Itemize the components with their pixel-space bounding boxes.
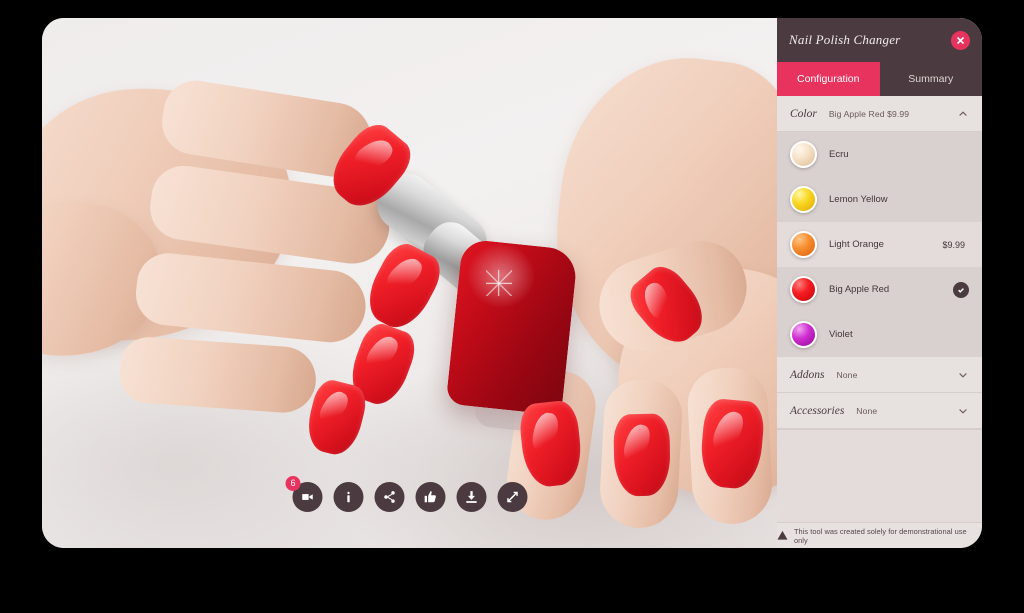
- finger: [117, 335, 319, 415]
- tab-summary[interactable]: Summary: [879, 62, 982, 96]
- color-swatch: [790, 186, 817, 213]
- color-option-label: Light Orange: [829, 239, 884, 250]
- close-button[interactable]: [951, 30, 970, 50]
- download-button[interactable]: [456, 482, 487, 512]
- section-header-accessories[interactable]: Accessories None: [777, 393, 982, 429]
- section-value-addons: None: [836, 369, 858, 380]
- polish-bottle: [445, 238, 579, 416]
- color-option-lemon-yellow[interactable]: Lemon Yellow: [777, 177, 982, 222]
- color-option-label: Big Apple Red: [829, 284, 890, 295]
- thumbs-up-icon: [424, 491, 436, 503]
- info-icon: [347, 491, 350, 503]
- panel-filler: [777, 429, 982, 522]
- color-swatch: [790, 141, 817, 168]
- download-icon: [466, 491, 477, 503]
- color-swatch: [790, 231, 817, 258]
- panel-header: Nail Polish Changer: [777, 18, 982, 62]
- section-title-color: Color: [790, 107, 817, 120]
- section-title-addons: Addons: [790, 368, 825, 381]
- section-value-color: Big Apple Red $9.99: [828, 108, 910, 119]
- info-button[interactable]: [333, 482, 364, 512]
- tab-configuration[interactable]: Configuration: [777, 62, 880, 96]
- color-option-label: Ecru: [829, 149, 849, 160]
- viewer-toolbar: 6: [285, 476, 528, 512]
- product-viewer[interactable]: 6: [42, 18, 778, 548]
- share-icon: [384, 491, 395, 503]
- share-button[interactable]: [374, 482, 405, 512]
- video-camera-button[interactable]: 6: [285, 476, 323, 512]
- chevron-down-icon: [959, 372, 967, 378]
- nail: [613, 413, 671, 497]
- warning-triangle-icon: [777, 530, 788, 540]
- color-option-label: Violet: [829, 329, 853, 340]
- color-swatch: [790, 276, 817, 303]
- color-option-big-apple-red[interactable]: Big Apple Red: [777, 267, 982, 312]
- app-root: 6 Nail Polish Changer Configuration Summ…: [0, 0, 1024, 613]
- selected-badge: [953, 281, 969, 298]
- check-icon: [958, 287, 964, 293]
- configurator-panel: Nail Polish Changer Configuration Summar…: [777, 18, 982, 548]
- section-value-accessories: None: [856, 405, 878, 416]
- sparkle-icon: [486, 270, 512, 296]
- color-option-ecru[interactable]: Ecru: [777, 132, 982, 177]
- section-header-addons[interactable]: Addons None: [777, 357, 982, 393]
- nail-photo: [42, 18, 778, 548]
- color-swatch: [790, 321, 817, 348]
- video-camera-icon: [302, 494, 313, 500]
- color-option-list: Ecru Lemon Yellow Light Orange $9.99 Big…: [777, 132, 982, 357]
- panel-footer: This tool was created solely for demonst…: [777, 522, 982, 548]
- color-option-light-orange[interactable]: Light Orange $9.99: [777, 222, 982, 267]
- expand-icon: [507, 491, 518, 503]
- expand-button[interactable]: [497, 482, 528, 512]
- color-option-label: Lemon Yellow: [829, 194, 888, 205]
- disclaimer-text: This tool was created solely for demonst…: [793, 526, 967, 545]
- video-badge: 6: [285, 476, 301, 491]
- color-option-price: $9.99: [942, 239, 965, 250]
- panel-tabs: Configuration Summary: [777, 62, 982, 96]
- section-header-color[interactable]: Color Big Apple Red $9.99: [777, 96, 982, 132]
- chevron-up-icon: [959, 110, 967, 116]
- section-title-accessories: Accessories: [790, 404, 845, 417]
- thumbs-up-button[interactable]: [415, 482, 446, 512]
- chevron-down-icon: [959, 408, 967, 414]
- panel-body: Color Big Apple Red $9.99 Ecru Lemon Yel…: [777, 96, 982, 522]
- page-title: Nail Polish Changer: [789, 32, 901, 47]
- close-icon: [956, 36, 965, 44]
- color-option-violet[interactable]: Violet: [777, 312, 982, 357]
